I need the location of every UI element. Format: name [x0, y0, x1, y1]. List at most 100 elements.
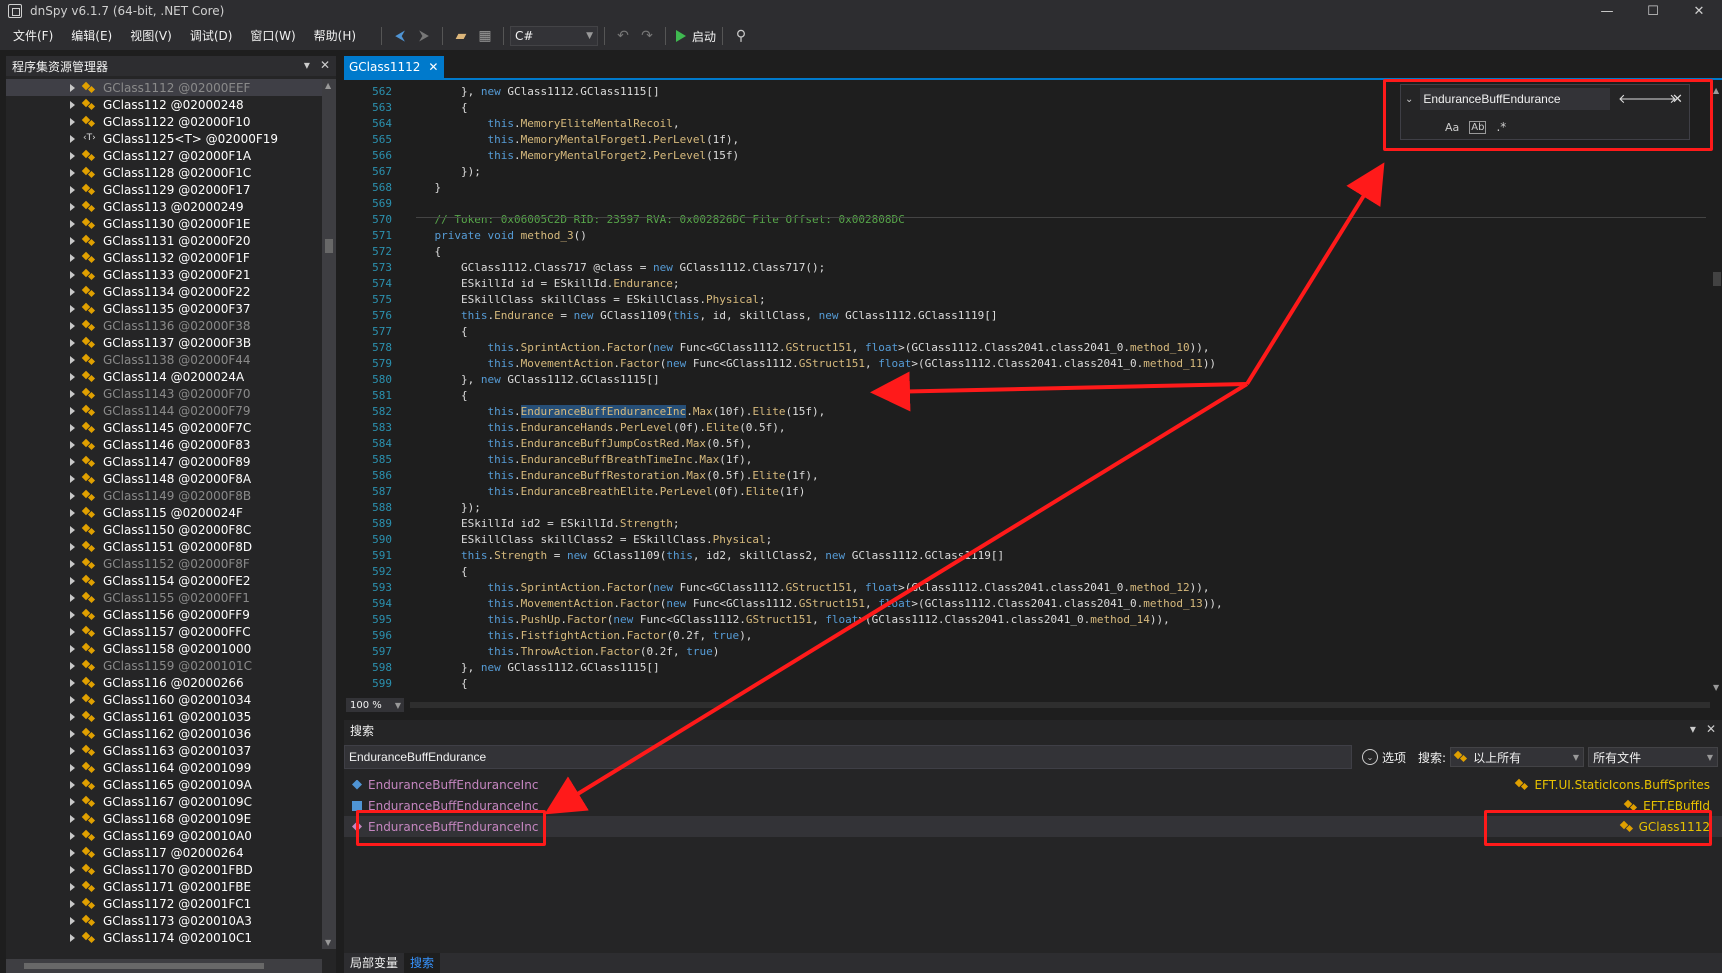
code-line[interactable]: 581 { [344, 388, 1704, 404]
code-line[interactable]: 592 { [344, 564, 1704, 580]
code-line[interactable]: 578 this.SprintAction.Factor(new Func<GC… [344, 340, 1704, 356]
code-line[interactable]: 573 GClass1112.Class717 @class = new GCl… [344, 260, 1704, 276]
zoom-select[interactable]: 100 % ▼ [346, 698, 404, 712]
expand-arrow-icon[interactable] [70, 287, 75, 296]
expand-arrow-icon[interactable] [70, 236, 75, 245]
expand-arrow-icon[interactable] [70, 406, 75, 415]
expand-arrow-icon[interactable] [70, 627, 75, 636]
expand-arrow-icon[interactable] [70, 134, 75, 143]
tree-item[interactable]: GClass1158 @02001000 [6, 640, 322, 657]
search-result-row[interactable]: EnduranceBuffEnduranceInc EFT.UI.StaticIc… [344, 774, 1722, 795]
expand-arrow-icon[interactable] [70, 440, 75, 449]
tree-item[interactable]: GClass1170 @02001FBD [6, 861, 322, 878]
expand-arrow-icon[interactable] [70, 831, 75, 840]
code-view[interactable]: 562 }, new GClass1112.GClass1115[] 563 {5… [344, 84, 1704, 694]
scrollbar-thumb[interactable] [325, 239, 333, 253]
forward-icon[interactable]: ⮞ [414, 26, 434, 46]
expand-arrow-icon[interactable] [70, 100, 75, 109]
close-window-button[interactable]: ✕ [1676, 0, 1722, 22]
tree-item[interactable]: GClass1112 @02000EEF [6, 79, 322, 96]
vertical-scrollbar[interactable]: ▲ ▼ [322, 79, 336, 949]
code-line[interactable]: 567 }); [344, 164, 1704, 180]
language-select[interactable]: C# ▼ [510, 26, 599, 46]
expand-arrow-icon[interactable] [70, 848, 75, 857]
code-line[interactable]: 594 this.MovementAction.Factor(new Func<… [344, 596, 1704, 612]
expand-arrow-icon[interactable] [70, 168, 75, 177]
tree-item[interactable]: GClass1173 @020010A3 [6, 912, 322, 929]
options-expand-icon[interactable]: ⌄ [1362, 749, 1378, 765]
open-list-icon[interactable]: ▦ [475, 26, 495, 46]
menu-view[interactable]: 视图(V) [121, 22, 181, 50]
code-line[interactable]: 571 private void method_3() [344, 228, 1704, 244]
horizontal-scrollbar[interactable] [410, 702, 1710, 708]
tree-item[interactable]: GClass1130 @02000F1E [6, 215, 322, 232]
expand-arrow-icon[interactable] [70, 576, 75, 585]
back-icon[interactable]: ⮜ [390, 26, 410, 46]
start-button[interactable]: 启动 [676, 28, 716, 45]
tree-item[interactable]: GClass1143 @02000F70 [6, 385, 322, 402]
scrollbar-thumb[interactable] [1713, 272, 1721, 286]
tree-item[interactable]: GClass1163 @02001037 [6, 742, 322, 759]
expand-arrow-icon[interactable] [70, 865, 75, 874]
code-line[interactable]: 586 this.EnduranceBuffRestoration.Max(0.… [344, 468, 1704, 484]
tree-item[interactable]: GClass117 @02000264 [6, 844, 322, 861]
expand-arrow-icon[interactable] [70, 661, 75, 670]
tree-item[interactable]: GClass1134 @02000F22 [6, 283, 322, 300]
code-line[interactable]: 596 this.FistfightAction.Factor(0.2f, tr… [344, 628, 1704, 644]
expand-arrow-icon[interactable] [70, 678, 75, 687]
tree-item[interactable]: GClass1132 @02000F1F [6, 249, 322, 266]
code-line[interactable]: 591 this.Strength = new GClass1109(this,… [344, 548, 1704, 564]
tab-search[interactable]: 搜索 [404, 953, 441, 973]
tree-item[interactable]: GClass1157 @02000FFC [6, 623, 322, 640]
tree-item[interactable]: GClass1133 @02000F21 [6, 266, 322, 283]
menu-help[interactable]: 帮助(H) [305, 22, 365, 50]
expand-arrow-icon[interactable] [70, 219, 75, 228]
expand-arrow-icon[interactable] [70, 712, 75, 721]
tree-item[interactable]: GClass1122 @02000F10 [6, 113, 322, 130]
expand-arrow-icon[interactable] [70, 117, 75, 126]
menu-edit[interactable]: 编辑(E) [62, 22, 121, 50]
expand-arrow-icon[interactable] [70, 355, 75, 364]
code-line[interactable]: 575 ESkillClass skillClass = ESkillClass… [344, 292, 1704, 308]
menu-window[interactable]: 窗口(W) [241, 22, 304, 50]
expand-arrow-icon[interactable] [70, 253, 75, 262]
expand-arrow-icon[interactable] [70, 763, 75, 772]
scroll-up-icon[interactable]: ▲ [325, 81, 331, 90]
code-line[interactable]: 570 // Token: 0x06005C2D RID: 23597 RVA:… [344, 212, 1704, 228]
tree-item[interactable]: GClass1148 @02000F8A [6, 470, 322, 487]
tree-item[interactable]: GClass1167 @0200109C [6, 793, 322, 810]
expand-arrow-icon[interactable] [70, 882, 75, 891]
expand-arrow-icon[interactable] [70, 389, 75, 398]
expand-arrow-icon[interactable] [70, 814, 75, 823]
expand-arrow-icon[interactable] [70, 899, 75, 908]
code-line[interactable]: 579 this.MovementAction.Factor(new Func<… [344, 356, 1704, 372]
scroll-down-icon[interactable]: ▼ [1713, 683, 1719, 692]
expand-arrow-icon[interactable] [70, 423, 75, 432]
search-input[interactable]: EnduranceBuffEndurance [344, 745, 1352, 769]
tree-item[interactable]: GClass1172 @02001FC1 [6, 895, 322, 912]
tree-item[interactable]: GClass1131 @02000F20 [6, 232, 322, 249]
tree-item[interactable]: GClass1128 @02000F1C [6, 164, 322, 181]
expand-arrow-icon[interactable] [70, 593, 75, 602]
expand-arrow-icon[interactable] [70, 729, 75, 738]
tree-item[interactable]: GClass116 @02000266 [6, 674, 322, 691]
expand-arrow-icon[interactable] [70, 695, 75, 704]
code-line[interactable]: 593 this.SprintAction.Factor(new Func<GC… [344, 580, 1704, 596]
tree-item[interactable]: GClass1174 @020010C1 [6, 929, 322, 946]
tree-item[interactable]: GClass1152 @02000F8F [6, 555, 322, 572]
horizontal-scrollbar[interactable] [6, 959, 322, 973]
tree-item[interactable]: GClass1144 @02000F79 [6, 402, 322, 419]
expand-arrow-icon[interactable] [70, 321, 75, 330]
tree-item[interactable]: GClass1155 @02000FF1 [6, 589, 322, 606]
tree-item[interactable]: GClass1171 @02001FBE [6, 878, 322, 895]
code-line[interactable]: 583 this.EnduranceHands.PerLevel(0f).Eli… [344, 420, 1704, 436]
minimize-button[interactable]: — [1584, 0, 1630, 22]
expand-arrow-icon[interactable] [70, 610, 75, 619]
tree-item[interactable]: GClass1168 @0200109E [6, 810, 322, 827]
code-line[interactable]: 572 { [344, 244, 1704, 260]
expand-arrow-icon[interactable] [70, 797, 75, 806]
tree-item[interactable]: GClass1162 @02001036 [6, 725, 322, 742]
code-line[interactable]: 568 } [344, 180, 1704, 196]
expand-arrow-icon[interactable] [70, 542, 75, 551]
expand-arrow-icon[interactable] [70, 644, 75, 653]
